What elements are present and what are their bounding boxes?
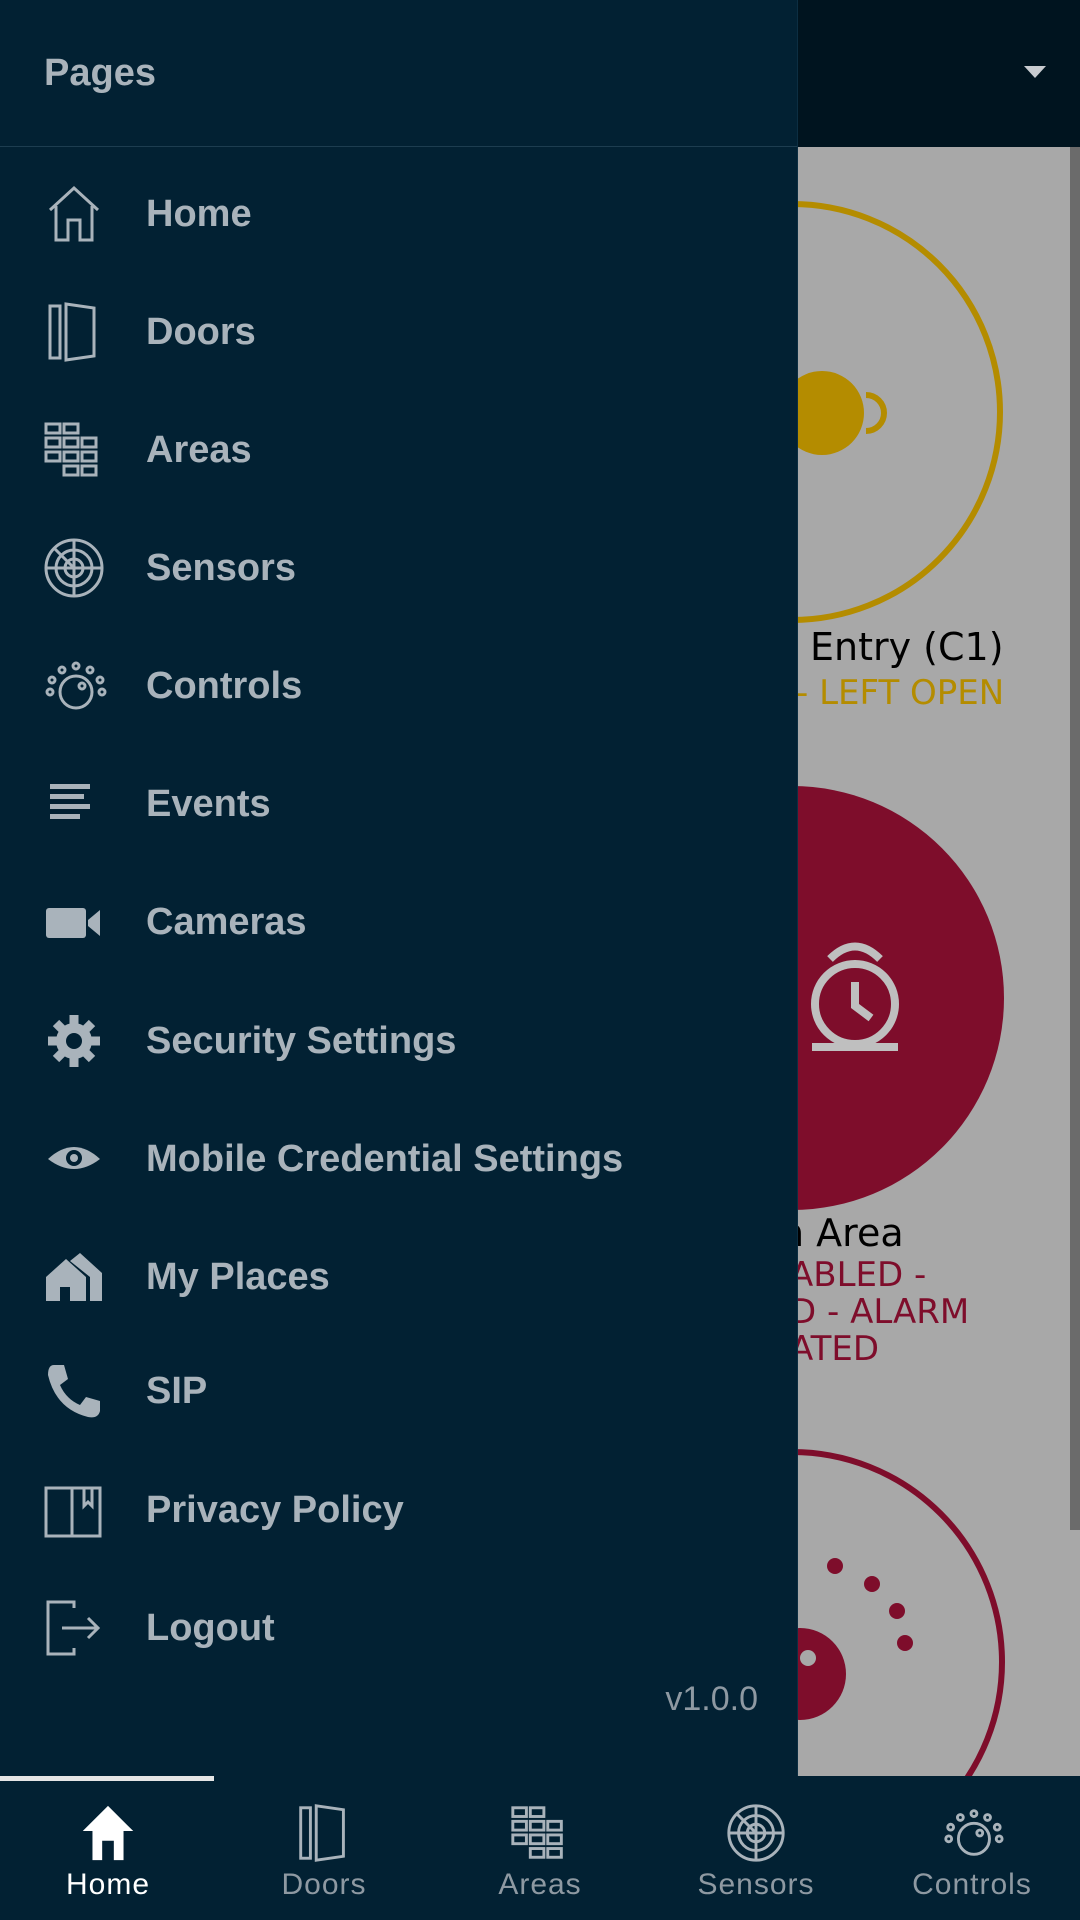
area-name: n Area xyxy=(780,1211,904,1255)
phone-icon xyxy=(48,1365,100,1418)
door-icon xyxy=(48,302,96,362)
app-version: v1.0.0 xyxy=(665,1680,758,1718)
area-status-line: ABLED - xyxy=(790,1255,927,1295)
tab-label: Home xyxy=(65,1868,151,1901)
controls-icon xyxy=(45,661,107,710)
tab-home[interactable]: Home xyxy=(0,1776,216,1920)
drawer-item-events[interactable]: Events xyxy=(0,754,798,854)
drawer-item-controls[interactable]: Controls xyxy=(0,636,798,736)
places-icon xyxy=(46,1253,102,1301)
chevron-down-icon[interactable] xyxy=(1024,66,1046,78)
drawer-item-doors[interactable]: Doors xyxy=(0,282,798,382)
drawer-item-mobile-credential-settings[interactable]: Mobile Credential Settings xyxy=(0,1109,798,1209)
home-icon xyxy=(82,1805,134,1861)
tab-controls[interactable]: Controls xyxy=(864,1776,1080,1920)
drawer-item-label: Areas xyxy=(146,428,252,471)
navigation-drawer: Pages Home Doors Areas Sensors Controls Event… xyxy=(0,0,798,1776)
gear-icon xyxy=(48,1015,100,1067)
drawer-item-label: Sensors xyxy=(146,546,296,589)
door-latch-icon xyxy=(865,392,887,434)
drawer-item-label: My Places xyxy=(146,1255,330,1298)
drawer-item-label: SIP xyxy=(146,1369,208,1412)
drawer-item-areas[interactable]: Areas xyxy=(0,400,798,500)
drawer-item-sensors[interactable]: Sensors xyxy=(0,518,798,618)
drawer-item-cameras[interactable]: Cameras xyxy=(0,872,798,972)
door-name: Entry (C1) xyxy=(810,625,1004,669)
drawer-item-label: Doors xyxy=(146,310,256,353)
drawer-item-security-settings[interactable]: Security Settings xyxy=(0,991,798,1091)
camera-icon xyxy=(46,908,100,938)
drawer-item-label: Security Settings xyxy=(146,1019,457,1062)
door-status: - LEFT OPEN xyxy=(796,673,1005,713)
home-icon xyxy=(48,185,100,242)
scrollbar[interactable] xyxy=(1070,147,1080,1530)
drawer-header: Pages xyxy=(0,0,797,147)
drawer-item-my-places[interactable]: My Places xyxy=(0,1227,798,1327)
tab-label: Sensors xyxy=(697,1868,815,1901)
drawer-item-logout[interactable]: Logout xyxy=(0,1578,798,1678)
bottom-navigation: Home Doors Areas Sensors Controls xyxy=(0,1776,1080,1920)
tab-label: Doors xyxy=(281,1868,367,1901)
areas-icon xyxy=(511,1806,563,1859)
drawer-item-label: Controls xyxy=(146,664,303,707)
tab-doors[interactable]: Doors xyxy=(216,1776,432,1920)
area-status-line: ATED xyxy=(790,1329,880,1369)
areas-icon xyxy=(44,422,98,477)
drawer-title: Pages xyxy=(44,51,156,94)
door-icon xyxy=(299,1804,345,1862)
eye-icon xyxy=(48,1147,100,1169)
area-status: ABLED - D - ALARM ATED xyxy=(790,1257,969,1368)
logout-icon xyxy=(46,1600,101,1656)
book-icon xyxy=(44,1486,102,1538)
tab-label: Areas xyxy=(498,1868,582,1901)
drawer-item-label: Mobile Credential Settings xyxy=(146,1137,624,1180)
drawer-item-privacy-policy[interactable]: Privacy Policy xyxy=(0,1460,798,1560)
drawer-item-home[interactable]: Home xyxy=(0,164,798,264)
drawer-item-label: Home xyxy=(146,192,252,235)
drawer-item-label: Logout xyxy=(146,1606,275,1649)
tab-sensors[interactable]: Sensors xyxy=(648,1776,864,1920)
area-status-line: D - ALARM xyxy=(790,1292,970,1332)
drawer-item-label: Cameras xyxy=(146,900,307,943)
events-icon xyxy=(50,784,90,819)
sensor-icon xyxy=(44,538,104,598)
sensor-icon xyxy=(727,1804,785,1862)
drawer-item-label: Privacy Policy xyxy=(146,1488,404,1531)
tab-label: Controls xyxy=(912,1868,1032,1901)
drawer-item-label: Events xyxy=(146,782,271,825)
tab-areas[interactable]: Areas xyxy=(432,1776,648,1920)
drawer-item-sip[interactable]: SIP xyxy=(0,1341,798,1441)
controls-icon xyxy=(944,1809,1004,1856)
